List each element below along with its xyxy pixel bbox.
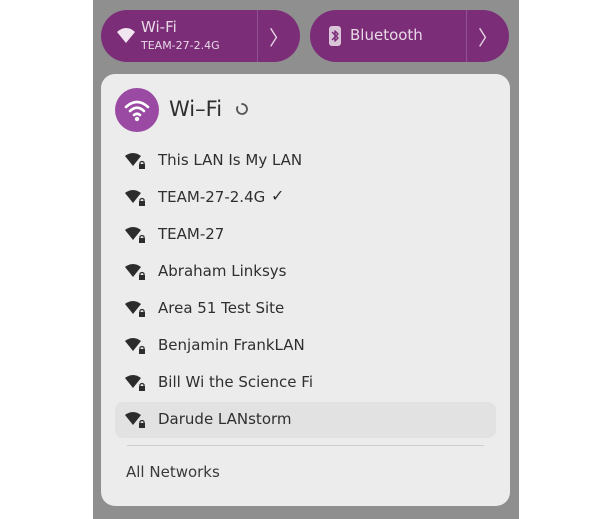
wifi-secured-icon <box>125 412 145 428</box>
wifi-icon <box>124 100 150 122</box>
network-item[interactable]: TEAM-27-2.4G ✓ <box>115 180 496 216</box>
network-item[interactable]: Bill Wi the Science Fi <box>115 365 496 401</box>
wifi-quick-toggle[interactable]: Wi-Fi TEAM-27-2.4G 〉 <box>101 10 300 62</box>
wifi-menu-arrow-button[interactable]: 〉 <box>257 10 300 62</box>
network-name: Abraham Linksys <box>158 262 287 280</box>
bluetooth-toggle-title: Bluetooth <box>350 26 423 44</box>
network-name: TEAM-27-2.4G <box>158 188 266 206</box>
wifi-toggle-subtitle: TEAM-27-2.4G <box>141 39 220 52</box>
network-list: This LAN Is My LAN TEAM-27-2.4G ✓ TEAM-27 Ab… <box>115 143 496 439</box>
wifi-secured-icon <box>125 264 145 280</box>
wifi-secured-icon <box>125 338 145 354</box>
wifi-secured-icon <box>125 190 145 206</box>
checkmark-icon: ✓ <box>271 186 285 205</box>
wifi-icon <box>117 28 135 43</box>
bluetooth-quick-toggle[interactable]: Bluetooth 〉 <box>310 10 509 62</box>
wifi-secured-icon <box>125 227 145 243</box>
network-name: This LAN Is My LAN <box>158 151 303 169</box>
network-name: Benjamin FrankLAN <box>158 336 305 354</box>
network-name: Area 51 Test Site <box>158 299 285 317</box>
network-item[interactable]: Area 51 Test Site <box>115 291 496 327</box>
network-name: Darude LANstorm <box>158 410 292 428</box>
network-item[interactable]: Abraham Linksys <box>115 254 496 290</box>
network-item[interactable]: TEAM-27 <box>115 217 496 253</box>
network-item[interactable]: This LAN Is My LAN <box>115 143 496 179</box>
network-name: Bill Wi the Science Fi <box>158 373 314 391</box>
chevron-right-icon: 〉 <box>269 25 289 50</box>
all-networks-button[interactable]: All Networks <box>126 463 220 481</box>
loading-spinner-icon <box>236 103 248 115</box>
wifi-secured-icon <box>125 301 145 317</box>
quick-toggles-row: Wi-Fi TEAM-27-2.4G 〉 Bluetooth 〉 <box>101 10 511 62</box>
quick-settings-panel: Wi-Fi TEAM-27-2.4G 〉 Bluetooth 〉 Wi–Fi T… <box>93 0 519 519</box>
wifi-menu-icon-circle <box>115 88 159 132</box>
bluetooth-menu-arrow-button[interactable]: 〉 <box>466 10 509 62</box>
chevron-right-icon: 〉 <box>478 25 498 50</box>
bluetooth-toggle-button[interactable]: Bluetooth <box>310 10 466 62</box>
menu-separator <box>127 445 484 446</box>
wifi-toggle-button[interactable]: Wi-Fi TEAM-27-2.4G <box>101 10 257 62</box>
wifi-menu-header: Wi–Fi <box>115 88 495 132</box>
wifi-secured-icon <box>125 153 145 169</box>
wifi-secured-icon <box>125 375 145 391</box>
wifi-menu-title: Wi–Fi <box>169 97 223 121</box>
network-name: TEAM-27 <box>158 225 225 243</box>
wifi-menu: Wi–Fi This LAN Is My LAN TEAM-27-2.4G ✓ TEA… <box>101 74 510 506</box>
network-item[interactable]: Darude LANstorm <box>115 402 496 438</box>
wifi-toggle-title: Wi-Fi <box>141 18 177 36</box>
network-item[interactable]: Benjamin FrankLAN <box>115 328 496 364</box>
bluetooth-icon <box>329 26 341 46</box>
